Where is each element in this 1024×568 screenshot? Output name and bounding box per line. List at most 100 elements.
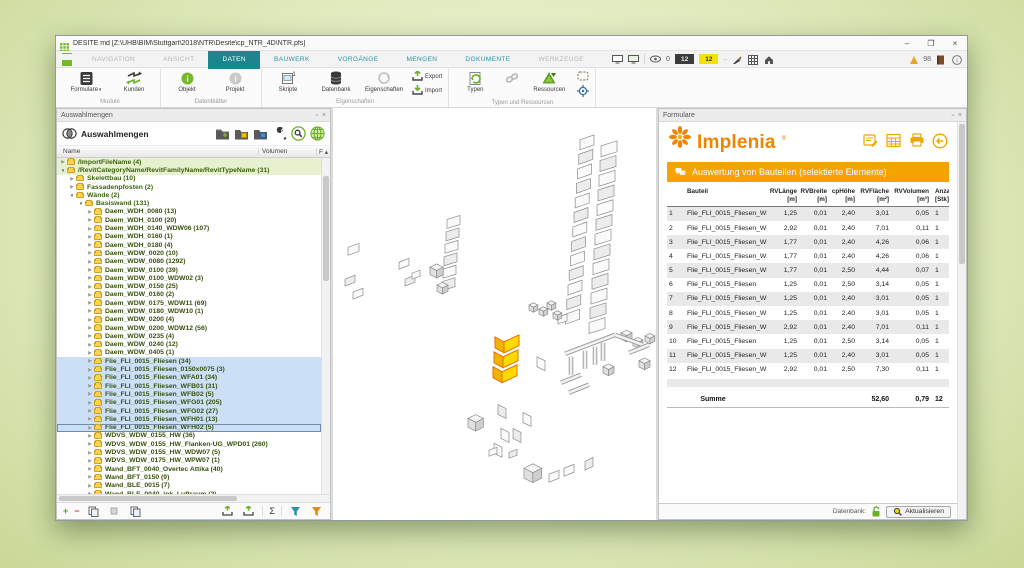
expand-icon[interactable]: ▶: [87, 317, 93, 323]
table-row[interactable]: 8Flie_FLI_0015_Fliesen_WFG011,250,012,40…: [667, 306, 949, 320]
export-list-icon[interactable]: [220, 504, 235, 518]
presentation-icon[interactable]: [628, 55, 639, 64]
tab-ansicht[interactable]: ANSICHT: [149, 51, 208, 67]
main-menu-icon[interactable]: [56, 51, 78, 67]
back-icon[interactable]: [932, 133, 947, 148]
warning-icon[interactable]: [910, 56, 918, 64]
tree-item[interactable]: ▶Daem_WDW_0240 (12): [57, 341, 321, 349]
tree-item[interactable]: ▶Flie_FLI_0015_Fliesen_WFB02 (5): [57, 390, 321, 398]
tree-item[interactable]: ▶Daem_WDW_0200_WDW12 (56): [57, 324, 321, 332]
column-header-rvlänge[interactable]: RVLänge[m]: [767, 188, 797, 204]
export-button[interactable]: Export: [412, 71, 442, 83]
expand-icon[interactable]: ▶: [87, 300, 93, 306]
expand-icon[interactable]: ▶: [87, 400, 93, 406]
tree-item[interactable]: ▶Flie_FLI_0015_Fliesen_WFA01 (34): [57, 374, 321, 382]
tree-item[interactable]: ▶Daem_WDH_0160 (1): [57, 233, 321, 241]
tree-item[interactable]: ▶Daem_WDW_0200 (4): [57, 316, 321, 324]
tree-item[interactable]: ▶WDVS_WDW_0175_HW_WPW07 (1): [57, 457, 321, 465]
tree-item[interactable]: ▶Daem_WDW_0180_WDW10 (1): [57, 307, 321, 315]
tree-horizontal-scrollbar[interactable]: [57, 494, 330, 502]
tree-item[interactable]: ▶Flie_FLI_0015_Fliesen_WFG01 (205): [57, 399, 321, 407]
expand-icon[interactable]: ▶: [87, 367, 93, 373]
tree-column-header[interactable]: Name Volumen F ▴: [57, 146, 330, 158]
tree-item[interactable]: ▶Daem_WDW_0235 (4): [57, 332, 321, 340]
expand-icon[interactable]: ▶: [87, 267, 93, 273]
tree-item[interactable]: ▶Wand_BLE_0015 (7): [57, 482, 321, 490]
import-button[interactable]: Import: [412, 85, 442, 97]
tree-item[interactable]: ▶Daem_WDH_0140_WDW06 (107): [57, 224, 321, 232]
info-icon[interactable]: i: [952, 55, 963, 64]
tab-dokumente[interactable]: DOKUMENTE: [451, 51, 524, 67]
expand-icon[interactable]: ▶: [87, 391, 93, 397]
dark-count-badge[interactable]: 12: [675, 54, 694, 64]
column-header-rvbreite[interactable]: RVBreite[m]: [797, 188, 827, 204]
tree-item[interactable]: ▶Flie_FLI_0015_Fliesen_WFH02 (5): [57, 424, 321, 432]
column-header-rvfläche[interactable]: RVFläche[m²]: [855, 188, 889, 204]
tree-item[interactable]: ▼/RevitCategoryName/RevitFamilyName/Revi…: [57, 166, 321, 174]
column-header-cphöhe[interactable]: cpHöhe[m]: [827, 188, 855, 204]
tab-mengen[interactable]: MENGEN: [392, 51, 451, 67]
grid-icon[interactable]: [748, 55, 759, 64]
tree-item[interactable]: ▶Flie_FLI_0015_Fliesen_WFB01 (31): [57, 382, 321, 390]
edit-form-icon[interactable]: [863, 133, 878, 148]
expand-icon[interactable]: ▶: [87, 483, 93, 489]
viewport-icon[interactable]: [612, 55, 623, 64]
tree-item[interactable]: ▶Wand_BFT_0040_Overtec Attika (40): [57, 465, 321, 473]
tree-item[interactable]: ▶Flie_FLI_0015_Fliesen_WFH01 (13): [57, 415, 321, 423]
formulare-button[interactable]: Formulare▾: [66, 69, 106, 93]
minimize-button[interactable]: –: [895, 36, 919, 51]
collapse-icon[interactable]: ▼: [69, 193, 75, 198]
table-row[interactable]: 4Flie_FLI_0015_Fliesen_WFG011,770,012,40…: [667, 249, 949, 263]
folder-link-icon[interactable]: [253, 127, 268, 141]
expand-icon[interactable]: ▶: [87, 408, 93, 414]
tree-item[interactable]: ▶Daem_WDH_0180 (4): [57, 241, 321, 249]
small-square-icon[interactable]: [107, 504, 122, 518]
title-bar[interactable]: DESITE md [Z:\UHB\BIM\Stuttgart\2018\NTR…: [56, 36, 967, 51]
eigenschaften-button[interactable]: Eigenschaften: [364, 69, 404, 93]
collapse-icon[interactable]: ▼: [60, 168, 66, 173]
tree-item[interactable]: ▶Daem_WDW_0160 (2): [57, 291, 321, 299]
table-row[interactable]: 11Flie_FLI_0015_Fliesen_WFG011,250,012,4…: [667, 349, 949, 363]
skripte-button[interactable]: 1Skripte: [268, 69, 308, 93]
kunden-button[interactable]: Kunden: [114, 69, 154, 93]
expand-icon[interactable]: ▶: [87, 375, 93, 381]
tools-wrench-icon[interactable]: [272, 127, 287, 141]
import-list-icon[interactable]: [241, 504, 256, 518]
expand-icon[interactable]: ▶: [87, 350, 93, 356]
table-row[interactable]: 12Flie_FLI_0015_Fliesen_WFG012,920,012,5…: [667, 363, 949, 377]
refresh-button[interactable]: Aktualisieren: [886, 506, 951, 518]
datenbank-button[interactable]: Datenbank: [316, 69, 356, 93]
tab-werkzeuge[interactable]: WERKZEUGE: [525, 51, 599, 67]
expand-icon[interactable]: ▶: [87, 383, 93, 389]
tree-item[interactable]: ▶Daem_WDW_0100_WDW02 (3): [57, 274, 321, 282]
expand-icon[interactable]: ▶: [87, 433, 93, 439]
globe-grid-icon[interactable]: [310, 127, 325, 141]
yellow-count-badge[interactable]: 12: [699, 54, 718, 64]
tree-item[interactable]: ▶Flie_FLI_0015_Fliesen (34): [57, 357, 321, 365]
tree-vertical-scrollbar[interactable]: [321, 158, 330, 494]
maximize-button[interactable]: ❐: [919, 36, 943, 51]
expand-icon[interactable]: ▶: [60, 159, 66, 165]
tree-item[interactable]: ▶WDVS_WDW_0155_HW (36): [57, 432, 321, 440]
projekt-button[interactable]: iProjekt: [215, 69, 255, 93]
expand-icon[interactable]: ▶: [87, 425, 93, 431]
selection-sets-panel-titlebar[interactable]: Auswahlmengen ▫×: [57, 109, 330, 122]
objekt-button[interactable]: iObjekt: [167, 69, 207, 93]
forms-panel-titlebar[interactable]: Formulare ▫×: [659, 109, 966, 122]
tree-item[interactable]: ▶WDVS_WDW_0155_HW_WDW07 (5): [57, 448, 321, 456]
close-icon[interactable]: ×: [322, 112, 326, 119]
table-view-icon[interactable]: [886, 133, 901, 148]
expand-icon[interactable]: ▶: [87, 259, 93, 265]
tab-navigation[interactable]: NAVIGATION: [78, 51, 149, 67]
expand-icon[interactable]: ▶: [87, 441, 93, 447]
forms-vertical-scrollbar[interactable]: [957, 122, 966, 519]
pin-icon[interactable]: ▫: [951, 112, 953, 119]
expand-icon[interactable]: ▶: [87, 234, 93, 240]
tree-item[interactable]: ▶Flie_FLI_0015_Fliesen_WFG02 (27): [57, 407, 321, 415]
tree-item[interactable]: ▶Daem_WDH_0080 (13): [57, 208, 321, 216]
expand-icon[interactable]: ▶: [87, 342, 93, 348]
expand-icon[interactable]: ▶: [87, 275, 93, 281]
ressourcen-button[interactable]: Ressourcen: [529, 69, 569, 93]
tree-item[interactable]: ▶Daem_WDH_0100 (20): [57, 216, 321, 224]
expand-icon[interactable]: ▶: [69, 184, 75, 190]
